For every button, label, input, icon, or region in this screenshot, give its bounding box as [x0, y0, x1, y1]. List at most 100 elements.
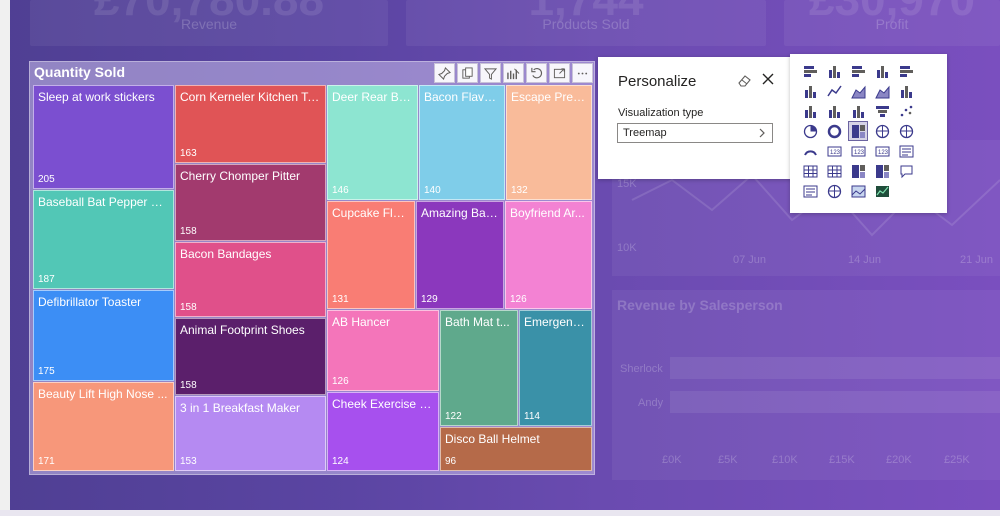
kpi-label: Revenue: [180, 16, 238, 32]
treemap-icon[interactable]: [848, 121, 868, 141]
kpi-card-products-sold: 1,744 Products Sold: [406, 0, 766, 46]
treemap-tile[interactable]: Animal Footprint Shoes 158: [175, 318, 326, 395]
treemap-tile[interactable]: Bacon Bandages 158: [175, 242, 326, 317]
arcgis-map-icon[interactable]: [825, 182, 843, 200]
treemap-tile-label: Bacon Flavou...: [424, 90, 501, 104]
treemap-tile[interactable]: Escape Prev... 132: [506, 85, 592, 200]
close-icon[interactable]: [761, 72, 775, 86]
100-stacked-column-icon[interactable]: [801, 82, 819, 100]
matrix-icon[interactable]: [825, 162, 843, 180]
treemap-area: Sleep at work stickers 205 Baseball Bat Pe…: [30, 62, 596, 476]
treemap-visual[interactable]: Quantity Sold Sleep at work stickers 205 B…: [29, 61, 595, 475]
chevron-right-icon: [759, 128, 765, 138]
treemap-tile[interactable]: Bath Mat t... 122: [440, 310, 518, 426]
multi-row-card-icon[interactable]: 123: [849, 142, 867, 160]
x-axis-label: £10K: [772, 454, 798, 466]
treemap-tile-value: 146: [332, 185, 349, 196]
treemap-tile-value: 132: [511, 185, 528, 196]
stacked-bar-icon[interactable]: [801, 62, 819, 80]
x-axis-label: £5K: [718, 454, 738, 466]
visualization-type-select[interactable]: Treemap: [617, 123, 773, 143]
card-icon[interactable]: 123: [825, 142, 843, 160]
x-axis-label: £0K: [662, 454, 682, 466]
treemap-tile[interactable]: Disco Ball Helmet 96: [440, 427, 592, 471]
100-stacked-bar-icon[interactable]: [897, 62, 915, 80]
table-icon[interactable]: [801, 162, 819, 180]
treemap-tile-value: 158: [180, 380, 197, 391]
treemap-tile-label: 3 in 1 Breakfast Maker: [180, 401, 301, 415]
treemap-tile-label: Amazing Ban...: [421, 206, 500, 220]
treemap-tile-label: Bath Mat t...: [445, 315, 510, 329]
sparkline-chart-icon[interactable]: [873, 182, 891, 200]
treemap-tile-value: 163: [180, 148, 197, 159]
window-left-edge: [0, 0, 10, 516]
gauge-icon[interactable]: [801, 142, 819, 160]
treemap-tile[interactable]: Deer Rear Bot... 146: [327, 85, 418, 200]
treemap-tile-value: 129: [421, 294, 438, 305]
treemap-tile-value: 124: [332, 456, 349, 467]
treemap-tile[interactable]: Beauty Lift High Nose ... 171: [33, 382, 174, 471]
treemap-tile[interactable]: Baseball Bat Pepper Gri... 187: [33, 190, 174, 289]
svg-text:123: 123: [830, 150, 841, 156]
filled-map-icon[interactable]: [897, 122, 915, 140]
treemap-tile[interactable]: Cupcake Flav... 131: [327, 201, 415, 309]
treemap-tile-label: Cherry Chomper Pitter: [180, 169, 301, 183]
decomposition-tree-icon[interactable]: [873, 162, 891, 180]
clustered-bar-icon[interactable]: [849, 62, 867, 80]
y-axis-label: 10K: [617, 242, 637, 254]
treemap-tile-value: 114: [524, 411, 540, 422]
treemap-tile[interactable]: Emergenc... 114: [519, 310, 592, 426]
treemap-tile-label: Boyfriend Ar...: [510, 206, 585, 220]
waterfall-icon[interactable]: [849, 102, 867, 120]
treemap-tile-value: 187: [38, 274, 55, 285]
treemap-tile-label: Bacon Bandages: [180, 247, 272, 261]
r-visual-icon[interactable]: [801, 182, 819, 200]
area-chart-icon[interactable]: [849, 82, 867, 100]
treemap-tile-label: Deer Rear Bot...: [332, 90, 414, 104]
salesperson-chart-title: Revenue by Salesperson: [617, 297, 783, 313]
funnel-icon[interactable]: [873, 102, 891, 120]
treemap-tile[interactable]: Cherry Chomper Pitter 158: [175, 164, 326, 241]
pie-chart-icon[interactable]: [801, 122, 819, 140]
eraser-icon[interactable]: [738, 73, 752, 87]
treemap-tile-label: Animal Footprint Shoes: [180, 323, 305, 337]
map-icon[interactable]: [873, 122, 891, 140]
x-axis-label: £15K: [829, 454, 855, 466]
salesperson-bar: [670, 357, 1000, 379]
treemap-tile[interactable]: Amazing Ban... 129: [416, 201, 504, 309]
kpi-label: Profit: [875, 16, 909, 32]
treemap-tile[interactable]: Bacon Flavou... 140: [419, 85, 505, 200]
slicer-icon[interactable]: [897, 142, 915, 160]
kpi-label: Products Sold: [542, 16, 630, 32]
kpi-card-revenue: £70,780.88 Revenue: [30, 0, 388, 46]
key-influencers-icon[interactable]: [849, 162, 867, 180]
treemap-tile-value: 126: [332, 376, 349, 387]
donut-chart-icon[interactable]: [825, 122, 843, 140]
treemap-tile[interactable]: Cheek Exercise Be... 124: [327, 392, 439, 471]
ribbon-chart-icon[interactable]: [825, 102, 843, 120]
visualization-gallery: 123 123 123: [790, 54, 947, 213]
line-chart-icon[interactable]: [825, 82, 843, 100]
treemap-tile[interactable]: 3 in 1 Breakfast Maker 153: [175, 396, 326, 471]
treemap-tile[interactable]: AB Hancer 126: [327, 310, 439, 391]
visualization-icon-grid: 123 123 123: [801, 62, 921, 202]
treemap-tile-label: Beauty Lift High Nose ...: [38, 387, 168, 401]
treemap-tile-value: 140: [424, 185, 441, 196]
scatter-chart-icon[interactable]: [897, 102, 915, 120]
stacked-area-icon[interactable]: [873, 82, 891, 100]
treemap-tile[interactable]: Boyfriend Ar... 126: [505, 201, 592, 309]
treemap-tile-value: 96: [445, 456, 457, 467]
image-icon[interactable]: [849, 182, 867, 200]
kpi-icon[interactable]: 123: [873, 142, 891, 160]
svg-text:123: 123: [878, 150, 889, 156]
line-stacked-column-icon[interactable]: [801, 102, 819, 120]
line-clustered-column-icon[interactable]: [897, 82, 915, 100]
treemap-tile[interactable]: Corn Kerneler Kitchen Tool 163: [175, 85, 326, 163]
treemap-tile[interactable]: Defibrillator Toaster 175: [33, 290, 174, 381]
qa-icon[interactable]: [897, 162, 915, 180]
x-axis-label: 21 Jun: [960, 254, 994, 266]
stacked-column-icon[interactable]: [825, 62, 843, 80]
treemap-tile[interactable]: Sleep at work stickers 205: [33, 85, 174, 189]
treemap-tile-label: Corn Kerneler Kitchen Tool: [180, 90, 322, 104]
clustered-column-icon[interactable]: [873, 62, 891, 80]
